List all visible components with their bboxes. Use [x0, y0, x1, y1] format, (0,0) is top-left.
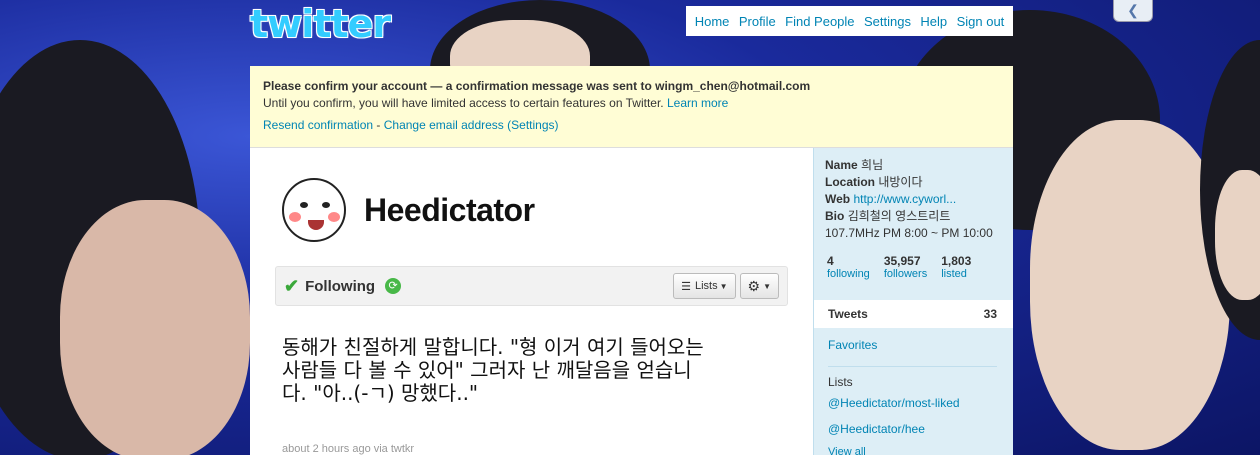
stat-number: 35,957: [883, 254, 921, 268]
list-link-most-liked[interactable]: @Heedictator/most-liked: [814, 396, 1013, 410]
top-navigation: Home Profile Find People Settings Help S…: [686, 6, 1013, 36]
nav-home[interactable]: Home: [695, 14, 730, 29]
lists-button[interactable]: ☰ Lists ▼: [673, 273, 736, 299]
confirmation-notice: Please confirm your account — a confirma…: [250, 66, 1013, 148]
actions-menu-button[interactable]: ⚙ ▼: [739, 273, 779, 299]
stat-label: followers: [883, 268, 928, 280]
bio-value: 김희철의 영스트리트 107.7MHz PM 8:00 ~ PM 10:00: [825, 209, 993, 240]
name-label: Name: [825, 158, 858, 172]
location-value: 내방이다: [878, 175, 923, 189]
twitter-logo[interactable]: twitter: [250, 2, 410, 46]
list-link-hee[interactable]: @Heedictator/hee: [814, 422, 1013, 436]
profile-header: Heedictator: [282, 178, 535, 242]
bio-label: Bio: [825, 209, 845, 223]
nav-sign-out[interactable]: Sign out: [957, 14, 1005, 29]
tweet-meta[interactable]: about 2 hours ago via twtkr: [282, 443, 414, 455]
notice-body: Until you confirm, you will have limited…: [263, 96, 664, 110]
page-title: Heedictator: [364, 191, 535, 228]
profile-stats: 4 following 35,957 followers 1,803 liste…: [814, 242, 1013, 280]
nav-find-people[interactable]: Find People: [785, 14, 854, 29]
tweets-tab[interactable]: Tweets 33: [814, 300, 1013, 328]
stat-label: following: [827, 268, 870, 280]
stat-label: listed: [941, 268, 967, 280]
following-status: Following: [305, 277, 376, 295]
notice-separator: -: [373, 118, 384, 132]
check-icon: ✔: [284, 275, 300, 296]
stat-number: 4: [827, 254, 834, 268]
notice-body-line: Until you confirm, you will have limited…: [263, 96, 1000, 110]
bird-icon[interactable]: ❮: [1113, 0, 1153, 22]
gear-icon: ⚙: [747, 277, 761, 294]
refresh-icon[interactable]: ⟳: [385, 278, 402, 294]
profile-sidebar: Name 희님 Location 내방이다 Web http://www.cyw…: [813, 148, 1013, 455]
learn-more-link[interactable]: Learn more: [667, 96, 728, 110]
list-icon: ☰: [681, 280, 691, 293]
follow-bar: ✔ Following ⟳ ☰ Lists ▼ ⚙ ▼: [275, 266, 788, 306]
nav-help[interactable]: Help: [920, 14, 947, 29]
lists-heading: Lists: [828, 375, 853, 389]
page-container: Please confirm your account — a confirma…: [250, 66, 1013, 455]
latest-tweet: 동해가 친절하게 말합니다. "형 이거 여기 들어오는 사람들 다 볼 수 있…: [282, 335, 704, 405]
nav-profile[interactable]: Profile: [739, 14, 776, 29]
web-link[interactable]: http://www.cyworl...: [853, 192, 956, 206]
tweets-count: 33: [983, 307, 997, 321]
stat-number: 1,803: [941, 254, 972, 268]
resend-confirmation-link[interactable]: Resend confirmation: [263, 118, 373, 132]
notice-actions: Resend confirmation - Change email addre…: [263, 118, 1000, 132]
name-value: 희님: [861, 158, 884, 172]
main-content: Heedictator ✔ Following ⟳ ☰ Lists ▼ ⚙ ▼ …: [250, 148, 813, 455]
view-all-lists-link[interactable]: View all: [814, 446, 1013, 455]
location-label: Location: [825, 175, 875, 189]
web-label: Web: [825, 192, 851, 206]
nav-settings[interactable]: Settings: [864, 14, 911, 29]
avatar[interactable]: [282, 178, 346, 242]
profile-info: Name 희님 Location 내방이다 Web http://www.cyw…: [814, 148, 1013, 242]
tweets-label: Tweets: [828, 307, 868, 321]
chevron-down-icon: ▼: [719, 281, 728, 291]
change-email-link[interactable]: Change email address (Settings): [384, 118, 559, 132]
stat-listed[interactable]: 1,803 listed: [941, 254, 971, 280]
favorites-link[interactable]: Favorites: [814, 338, 1013, 352]
notice-headline: Please confirm your account — a confirma…: [263, 79, 811, 93]
chevron-down-icon: ▼: [763, 281, 771, 291]
stat-following[interactable]: 4 following: [827, 254, 870, 280]
lists-button-label: Lists: [694, 280, 718, 292]
stat-followers[interactable]: 35,957 followers: [884, 254, 927, 280]
